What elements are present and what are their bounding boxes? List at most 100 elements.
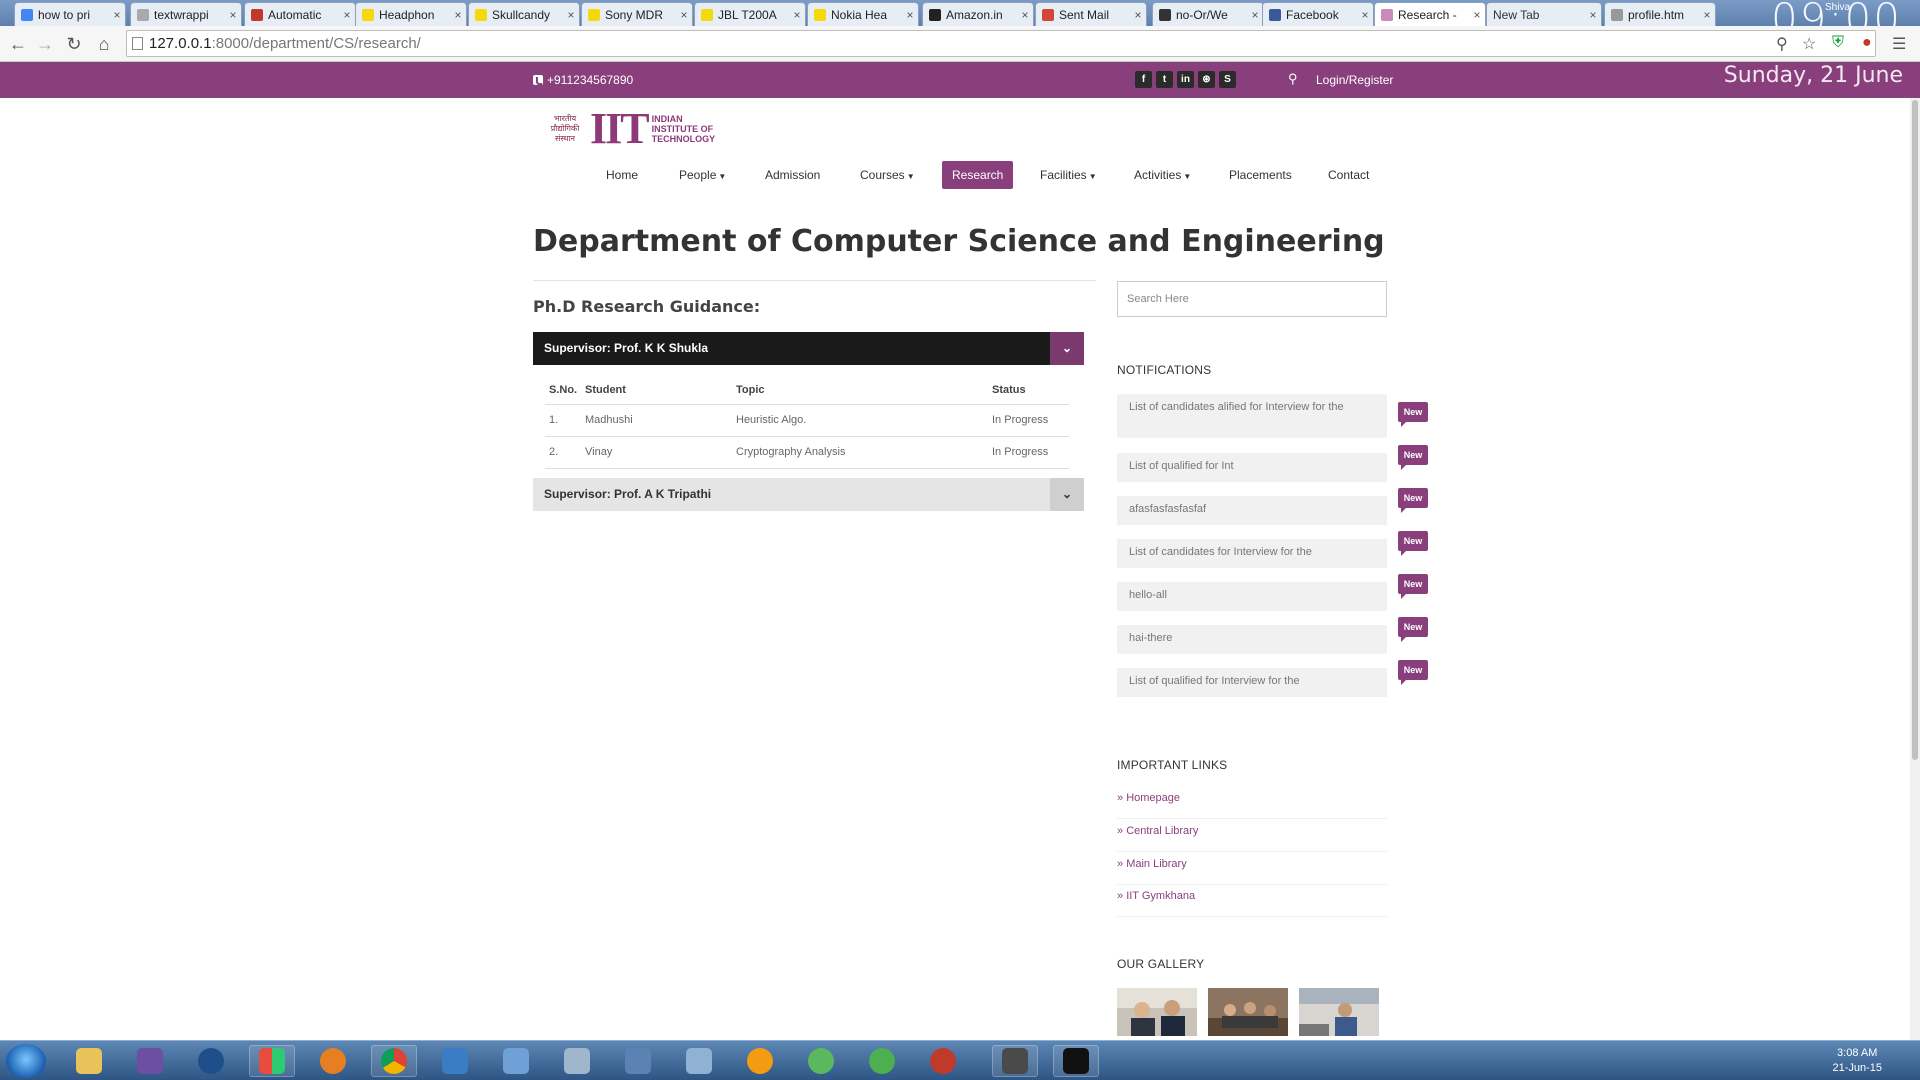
browser-tab[interactable]: Research - × bbox=[1374, 2, 1486, 26]
globe-icon[interactable] bbox=[859, 1045, 905, 1077]
link-main-library[interactable]: » Main Library bbox=[1117, 852, 1387, 885]
reload-icon[interactable]: ↻ bbox=[62, 32, 86, 56]
bookmark-star-icon[interactable]: ☆ bbox=[1802, 34, 1816, 54]
close-icon[interactable]: × bbox=[1585, 8, 1601, 22]
explorer-icon[interactable] bbox=[66, 1045, 112, 1077]
linkedin-icon[interactable]: in bbox=[1177, 71, 1194, 88]
link-homepage[interactable]: » Homepage bbox=[1117, 786, 1387, 819]
iit-logo[interactable]: भारतीय प्रौद्योगिकी संस्थान IIT INDIAN I… bbox=[544, 107, 715, 151]
scrollbar-thumb[interactable] bbox=[1912, 100, 1918, 760]
tab-label: New Tab bbox=[1493, 7, 1540, 22]
network-icon[interactable] bbox=[432, 1045, 478, 1077]
notification-item[interactable]: List of candidates for Interview for the bbox=[1117, 539, 1387, 568]
virtualbox-icon[interactable] bbox=[676, 1045, 722, 1077]
nav-research[interactable]: Research bbox=[942, 161, 1014, 189]
nav-home[interactable]: Home bbox=[596, 161, 648, 189]
link-iit-gymkhana[interactable]: » IIT Gymkhana bbox=[1117, 884, 1387, 917]
browser-tab[interactable]: Nokia Hea × bbox=[807, 2, 919, 26]
office-icon[interactable] bbox=[249, 1045, 295, 1077]
browser-tab[interactable]: Automatic × bbox=[244, 2, 356, 26]
notification-item[interactable]: List of qualified for Interview for the bbox=[1117, 668, 1387, 697]
skype-icon[interactable]: S bbox=[1219, 71, 1236, 88]
nav-admission[interactable]: Admission bbox=[755, 161, 830, 189]
browser-tab[interactable]: Headphon × bbox=[355, 2, 467, 26]
browser-tab[interactable]: Sent Mail × bbox=[1035, 2, 1147, 26]
close-icon[interactable]: × bbox=[1130, 8, 1146, 22]
browser-tab[interactable]: JBL T200A × bbox=[694, 2, 806, 26]
close-icon[interactable]: × bbox=[1699, 8, 1715, 22]
notification-item[interactable]: hai-there bbox=[1117, 625, 1387, 654]
ccleaner-icon[interactable] bbox=[188, 1045, 234, 1077]
notification-item[interactable]: List of candidates alified for Interview… bbox=[1117, 394, 1387, 438]
nav-courses[interactable]: Courses ▼ bbox=[850, 161, 925, 189]
browser-tab[interactable]: no-Or/We × bbox=[1152, 2, 1264, 26]
dribbble-icon[interactable]: ⊛ bbox=[1198, 71, 1215, 88]
nav-facilities[interactable]: Facilities ▼ bbox=[1030, 161, 1107, 189]
terminal-icon[interactable] bbox=[1053, 1045, 1099, 1077]
nav-people[interactable]: People ▼ bbox=[669, 161, 736, 189]
chrome-icon[interactable] bbox=[371, 1045, 417, 1077]
notification-item[interactable]: List of qualified for Int bbox=[1117, 453, 1387, 482]
tools-icon[interactable] bbox=[615, 1045, 661, 1077]
browser-tab[interactable]: New Tab × bbox=[1486, 2, 1602, 26]
address-bar[interactable]: 127.0.0.1:8000/department/CS/research/ bbox=[126, 30, 1876, 57]
close-icon[interactable]: × bbox=[563, 8, 579, 22]
back-icon[interactable]: ← bbox=[6, 32, 30, 56]
close-icon[interactable]: × bbox=[109, 8, 125, 22]
facebook-icon[interactable]: f bbox=[1135, 71, 1152, 88]
menu-icon[interactable]: ☰ bbox=[1892, 34, 1906, 54]
ruby-icon[interactable] bbox=[920, 1045, 966, 1077]
utorrent-icon[interactable] bbox=[798, 1045, 844, 1077]
remote-desktop-icon[interactable] bbox=[493, 1045, 539, 1077]
nav-placements[interactable]: Placements bbox=[1219, 161, 1302, 189]
link-central-library[interactable]: » Central Library bbox=[1117, 819, 1387, 852]
chevron-down-icon[interactable]: ⌄ bbox=[1050, 478, 1084, 511]
printer-icon[interactable] bbox=[554, 1045, 600, 1077]
tray-clock[interactable]: 3:08 AM 21-Jun-15 bbox=[1832, 1046, 1882, 1076]
twitter-icon[interactable]: t bbox=[1156, 71, 1173, 88]
nav-activities[interactable]: Activities ▼ bbox=[1124, 161, 1201, 189]
close-icon[interactable]: × bbox=[1469, 8, 1485, 22]
supervisor-accordion-tripathi[interactable]: Supervisor: Prof. A K Tripathi ⌄ bbox=[533, 478, 1084, 511]
vlc-icon[interactable] bbox=[737, 1045, 783, 1077]
visual-studio-icon[interactable] bbox=[127, 1045, 173, 1077]
close-icon[interactable]: × bbox=[1357, 8, 1373, 22]
close-icon[interactable]: × bbox=[339, 8, 355, 22]
gallery-image[interactable] bbox=[1208, 988, 1288, 1036]
nav-contact[interactable]: Contact bbox=[1318, 161, 1379, 189]
browser-tab[interactable]: Amazon.in × bbox=[922, 2, 1034, 26]
link-label: Homepage bbox=[1126, 792, 1181, 804]
firefox-icon[interactable] bbox=[310, 1045, 356, 1077]
caret-down-icon: ▼ bbox=[1088, 172, 1097, 181]
sidebar-search-input[interactable] bbox=[1117, 281, 1387, 317]
close-icon[interactable]: × bbox=[1017, 8, 1033, 22]
close-icon[interactable]: × bbox=[902, 8, 918, 22]
zoom-icon[interactable]: ⚲ bbox=[1776, 34, 1788, 54]
home-icon[interactable]: ⌂ bbox=[92, 32, 116, 56]
extension-shield-icon[interactable]: ⛨ bbox=[1832, 34, 1844, 52]
browser-tab[interactable]: textwrappi × bbox=[130, 2, 242, 26]
browser-tab[interactable]: profile.htm × bbox=[1604, 2, 1716, 26]
supervisor-accordion-shukla[interactable]: Supervisor: Prof. K K Shukla ⌄ bbox=[533, 332, 1084, 365]
login-register-link[interactable]: Login/Register bbox=[1316, 73, 1393, 87]
gallery-image[interactable] bbox=[1117, 988, 1197, 1036]
logo-hindi-text: भारतीय प्रौद्योगिकी संस्थान bbox=[550, 114, 580, 143]
close-icon[interactable]: × bbox=[789, 8, 805, 22]
start-button[interactable] bbox=[6, 1044, 46, 1078]
sublime-text-icon[interactable] bbox=[992, 1045, 1038, 1077]
chevron-down-icon[interactable]: ⌄ bbox=[1050, 332, 1084, 365]
browser-tab[interactable]: Skullcandy × bbox=[468, 2, 580, 26]
close-icon[interactable]: × bbox=[450, 8, 466, 22]
notification-item[interactable]: afasfasfasfasfaf bbox=[1117, 496, 1387, 525]
notification-item[interactable]: hello-all bbox=[1117, 582, 1387, 611]
search-icon[interactable]: ⚲ bbox=[1288, 71, 1298, 87]
browser-tab[interactable]: how to pri × bbox=[14, 2, 126, 26]
gallery-image[interactable] bbox=[1299, 988, 1379, 1036]
browser-tab[interactable]: Facebook × bbox=[1262, 2, 1374, 26]
close-icon[interactable]: × bbox=[1247, 8, 1263, 22]
extension-red-icon[interactable]: ● bbox=[1862, 34, 1872, 52]
browser-tab[interactable]: Sony MDR × bbox=[581, 2, 693, 26]
forward-icon[interactable]: → bbox=[33, 32, 57, 56]
close-icon[interactable]: × bbox=[676, 8, 692, 22]
close-icon[interactable]: × bbox=[225, 8, 241, 22]
